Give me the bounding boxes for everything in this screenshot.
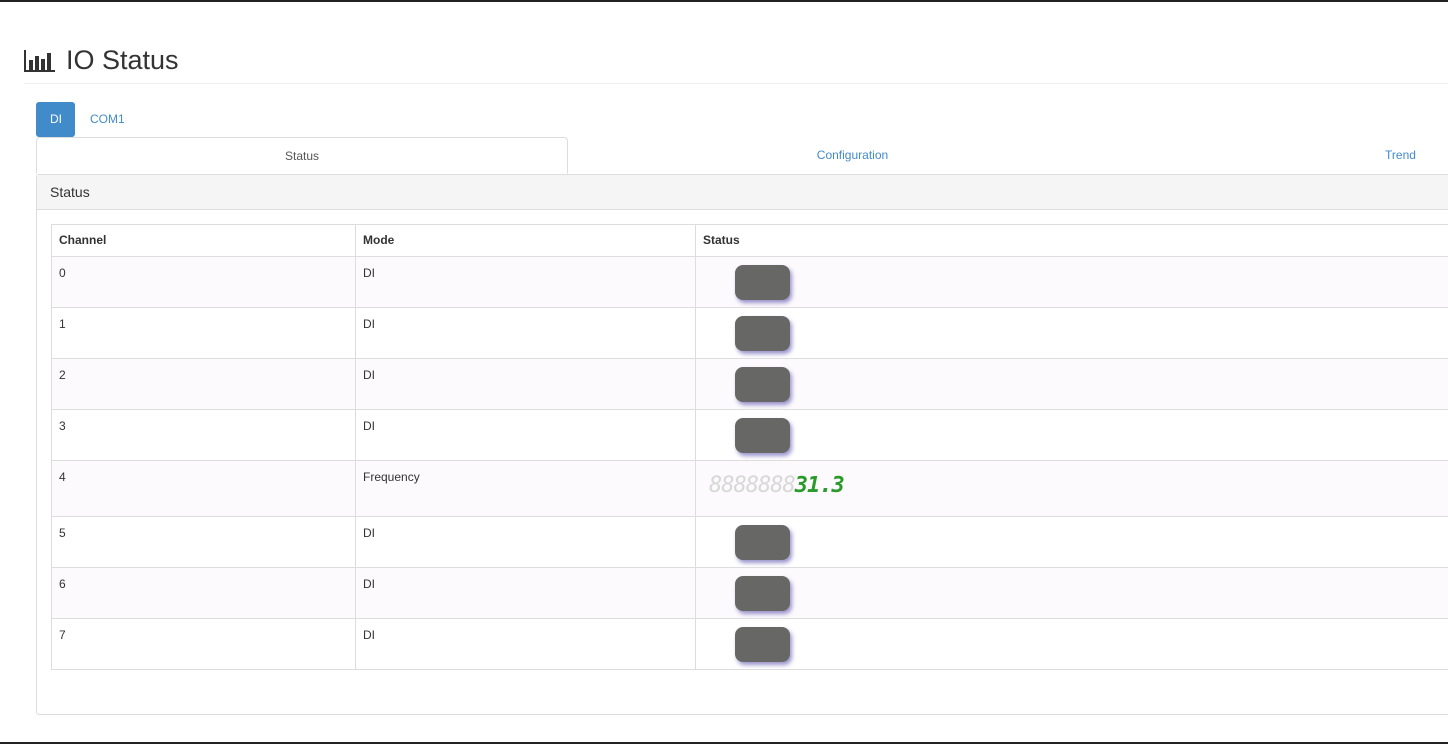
table-row: 5 DI bbox=[51, 516, 1448, 568]
status-cell bbox=[695, 567, 1448, 619]
mode-cell: DI bbox=[355, 567, 696, 619]
mode-cell: DI bbox=[355, 358, 696, 410]
panel-heading: Status bbox=[37, 175, 1448, 210]
status-cell bbox=[695, 618, 1448, 670]
channel-cell: 5 bbox=[51, 516, 356, 568]
mode-cell: DI bbox=[355, 516, 696, 568]
channel-cell: 3 bbox=[51, 409, 356, 461]
status-cell bbox=[695, 358, 1448, 410]
bar-chart-icon bbox=[24, 50, 55, 72]
tab-configuration[interactable]: Configuration bbox=[568, 137, 1137, 174]
di-status-indicator bbox=[735, 367, 790, 402]
frequency-display: 888888831.3 bbox=[709, 473, 1448, 499]
tab-di[interactable]: DI bbox=[36, 102, 75, 137]
table-row: 7 DI bbox=[51, 618, 1448, 670]
io-status-table: Channel Mode Status 0 DI 1 DI 2 DI 3 DI … bbox=[51, 224, 1448, 670]
channel-cell: 6 bbox=[51, 567, 356, 619]
di-status-indicator bbox=[735, 265, 790, 300]
di-status-indicator bbox=[735, 316, 790, 351]
tab-trend[interactable]: Trend bbox=[1137, 137, 1448, 174]
status-cell bbox=[695, 307, 1448, 359]
channel-cell: 0 bbox=[51, 256, 356, 308]
column-header-channel: Channel bbox=[51, 224, 356, 257]
table-row: 6 DI bbox=[51, 567, 1448, 619]
table-row: 3 DI bbox=[51, 409, 1448, 461]
tab-com1[interactable]: COM1 bbox=[76, 102, 139, 137]
mode-cell: DI bbox=[355, 409, 696, 461]
mode-cell: Frequency bbox=[355, 460, 696, 517]
status-cell bbox=[695, 409, 1448, 461]
view-tabs: Status Configuration Trend bbox=[36, 137, 1448, 174]
di-status-indicator bbox=[735, 627, 790, 662]
status-panel: Status Channel Mode Status 0 DI 1 DI 2 D… bbox=[36, 174, 1448, 715]
status-cell: 888888831.3 bbox=[695, 460, 1448, 517]
table-row: 1 DI bbox=[51, 307, 1448, 359]
table-row: 0 DI bbox=[51, 256, 1448, 308]
segment-ghost-digits: 8888888 bbox=[709, 473, 796, 498]
column-header-status: Status bbox=[695, 224, 1448, 257]
channel-cell: 4 bbox=[51, 460, 356, 517]
channel-cell: 2 bbox=[51, 358, 356, 410]
status-cell bbox=[695, 516, 1448, 568]
status-cell bbox=[695, 256, 1448, 308]
di-status-indicator bbox=[735, 418, 790, 453]
di-status-indicator bbox=[735, 525, 790, 560]
table-header-row: Channel Mode Status bbox=[51, 224, 1448, 257]
page-header: IO Status bbox=[24, 40, 1448, 84]
table-row: 2 DI bbox=[51, 358, 1448, 410]
mode-cell: DI bbox=[355, 618, 696, 670]
window-top-border bbox=[0, 0, 1448, 2]
table-row: 4 Frequency 888888831.3 bbox=[51, 460, 1448, 517]
mode-cell: DI bbox=[355, 307, 696, 359]
channel-cell: 7 bbox=[51, 618, 356, 670]
tab-status[interactable]: Status bbox=[36, 137, 568, 174]
page-title: IO Status bbox=[66, 45, 179, 75]
column-header-mode: Mode bbox=[355, 224, 696, 257]
di-status-indicator bbox=[735, 576, 790, 611]
mode-cell: DI bbox=[355, 256, 696, 308]
frequency-value: 31.3 bbox=[794, 473, 845, 498]
channel-cell: 1 bbox=[51, 307, 356, 359]
